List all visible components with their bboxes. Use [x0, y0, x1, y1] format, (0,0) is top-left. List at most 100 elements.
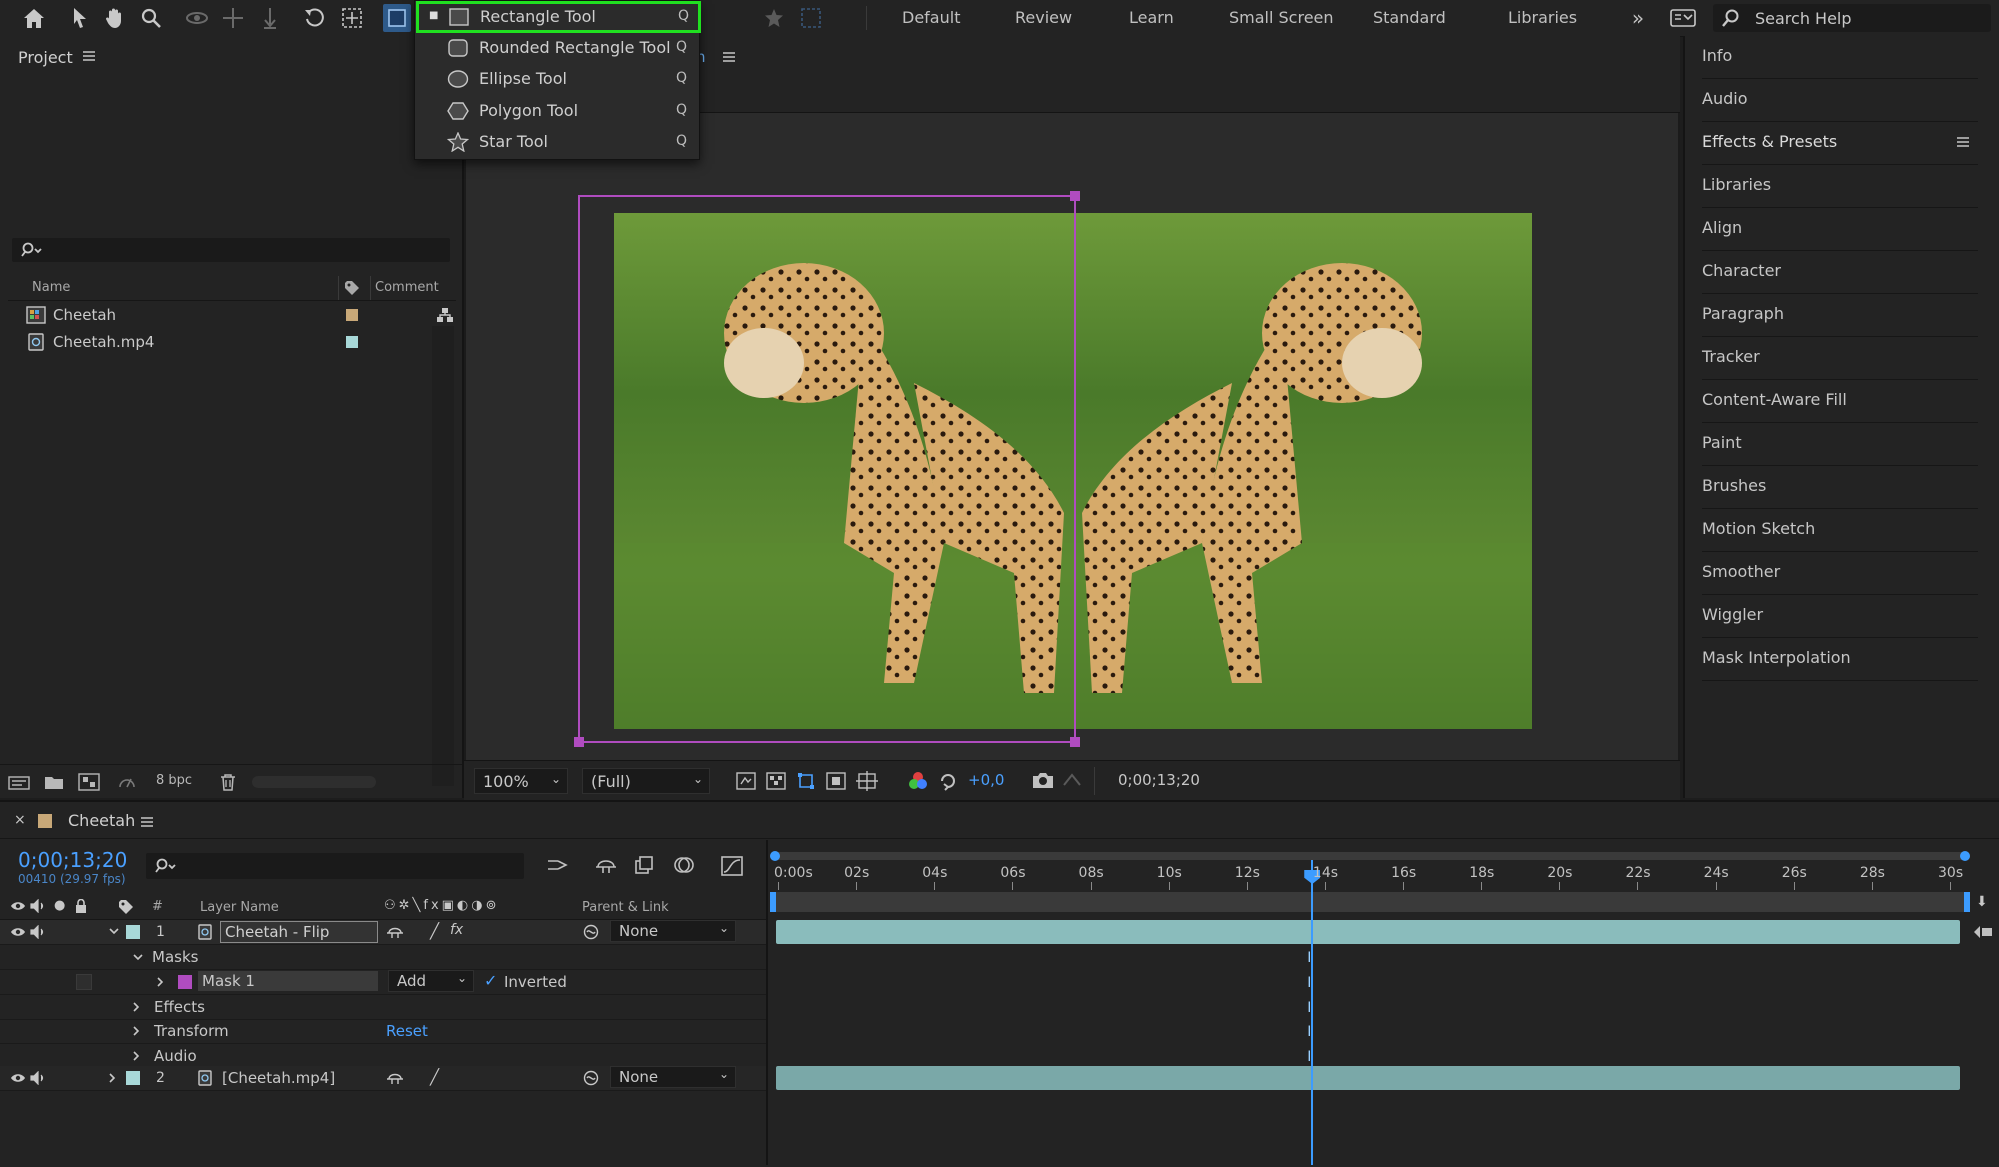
panel-content-aware-fill[interactable]: Content-Aware Fill: [1702, 380, 1978, 423]
trash-icon[interactable]: [220, 773, 236, 791]
marker-bin-icon[interactable]: ⬇: [1976, 894, 1988, 910]
panel-character[interactable]: Character: [1702, 251, 1978, 294]
show-channel-icon[interactable]: [908, 771, 928, 791]
expand-chevron-icon[interactable]: [130, 1001, 142, 1013]
panel-align[interactable]: Align: [1702, 208, 1978, 251]
parent-dropdown[interactable]: None ⌄: [610, 1066, 736, 1088]
exposure-value[interactable]: +0,0: [968, 771, 1004, 789]
video-switch-icon[interactable]: [10, 900, 26, 912]
reset-exposure-icon[interactable]: [938, 771, 958, 791]
frame-blending-icon[interactable]: [634, 855, 656, 875]
viewer-canvas[interactable]: [466, 113, 1678, 795]
shape-tool-icon[interactable]: [383, 4, 411, 32]
new-composition-icon[interactable]: [78, 773, 100, 791]
transform-reset-link[interactable]: Reset: [386, 1022, 428, 1040]
panel-motion-sketch[interactable]: Motion Sketch: [1702, 509, 1978, 552]
layer-name[interactable]: [Cheetah.mp4]: [222, 1069, 335, 1087]
transparency-grid-icon[interactable]: [766, 772, 786, 790]
parent-dropdown[interactable]: None ⌄: [610, 920, 736, 942]
expand-chevron-icon[interactable]: [130, 1025, 142, 1037]
puppet-pin-icon[interactable]: [760, 4, 788, 32]
render-queue-icon[interactable]: [116, 773, 138, 791]
rotate-tool-icon[interactable]: [301, 4, 329, 32]
panel-smoother[interactable]: Smoother: [1702, 552, 1978, 595]
timeline-tab-title[interactable]: Cheetah: [68, 811, 135, 830]
pick-whip-icon[interactable]: [582, 924, 600, 940]
workspace-small-screen[interactable]: Small Screen: [1229, 8, 1334, 27]
work-area-end[interactable]: [1964, 892, 1970, 912]
project-item-composition[interactable]: Cheetah: [8, 302, 456, 328]
workspace-standard[interactable]: Standard: [1373, 8, 1446, 27]
label-color-swatch[interactable]: [346, 309, 358, 321]
inverted-checkbox[interactable]: ✓: [484, 971, 497, 990]
work-area-bar[interactable]: [770, 892, 1970, 912]
search-help-field[interactable]: Search Help: [1713, 4, 1991, 32]
layer-row-1[interactable]: 1 Cheetah - Flip ╱ fx None ⌄: [0, 920, 766, 945]
layer-row-2[interactable]: 2 [Cheetah.mp4] ╱ None ⌄: [0, 1066, 766, 1091]
motion-blur-icon[interactable]: [672, 855, 696, 875]
fast-previews-icon[interactable]: [736, 772, 756, 790]
thumbnail-size-slider[interactable]: [252, 776, 376, 788]
timeline-menu-icon[interactable]: [140, 816, 154, 828]
layer-label-color[interactable]: [126, 925, 140, 939]
mask-color-swatch[interactable]: [178, 975, 192, 989]
comment-column-header[interactable]: Comment: [375, 280, 439, 295]
region-of-interest-icon[interactable]: [826, 772, 846, 790]
close-tab-icon[interactable]: ×: [14, 812, 26, 828]
label-tag-icon[interactable]: [118, 899, 136, 915]
resolution-dropdown[interactable]: (Full) ⌄: [582, 768, 710, 794]
more-workspaces-icon[interactable]: »: [1624, 4, 1652, 32]
panel-audio[interactable]: Audio: [1702, 79, 1978, 122]
menu-item-ellipse-tool[interactable]: Ellipse Tool Q: [415, 64, 699, 94]
anchor-point-tool-icon[interactable]: [338, 4, 366, 32]
menu-item-polygon-tool[interactable]: Polygon Tool Q: [415, 96, 699, 126]
zoom-tool-icon[interactable]: [137, 4, 165, 32]
bit-depth-button[interactable]: 8 bpc: [156, 773, 192, 788]
dolly-camera-icon[interactable]: [256, 4, 284, 32]
eye-icon[interactable]: [10, 1072, 26, 1084]
playhead[interactable]: [1304, 860, 1321, 1165]
interpret-footage-icon[interactable]: [8, 774, 30, 790]
audio-switch-icon[interactable]: [30, 899, 46, 913]
keyframe-indicator[interactable]: I: [1307, 1049, 1311, 1065]
mask-row[interactable]: Mask 1 Add ⌄ ✓ Inverted: [0, 970, 766, 995]
viewer-panel-menu-icon[interactable]: [722, 51, 736, 63]
work-area-start[interactable]: [770, 892, 776, 912]
expand-chevron-icon[interactable]: [106, 1072, 118, 1084]
navigator-start-handle[interactable]: [770, 851, 780, 861]
grid-guide-options-icon[interactable]: [856, 771, 878, 791]
layer-label-color[interactable]: [126, 1071, 140, 1085]
mask-lock-switch[interactable]: [76, 974, 92, 990]
panel-menu-icon[interactable]: [1956, 136, 1970, 148]
panel-effects-presets[interactable]: Effects & Presets: [1702, 122, 1978, 165]
menu-item-rounded-rectangle-tool[interactable]: Rounded Rectangle Tool Q: [415, 33, 699, 63]
toggle-mask-visibility-icon[interactable]: [796, 771, 816, 791]
lock-icon[interactable]: [74, 899, 88, 913]
project-item-footage[interactable]: Cheetah.mp4: [8, 329, 456, 355]
quality-switch-icon[interactable]: ╱: [430, 922, 439, 940]
panel-info[interactable]: Info: [1702, 36, 1978, 79]
comp-flowchart-icon[interactable]: [546, 855, 570, 875]
menu-item-rectangle-tool[interactable]: ■ Rectangle Tool Q: [416, 1, 701, 33]
quality-switch-icon[interactable]: ╱: [430, 1068, 439, 1086]
panel-tracker[interactable]: Tracker: [1702, 337, 1978, 380]
keyframe-indicator[interactable]: I: [1307, 1000, 1311, 1016]
menu-item-star-tool[interactable]: Star Tool Q: [415, 127, 699, 157]
shy-layers-icon[interactable]: [594, 855, 618, 875]
collapse-chevron-icon[interactable]: [132, 951, 144, 963]
collapse-chevron-icon[interactable]: [108, 925, 120, 937]
graph-editor-icon[interactable]: [720, 855, 744, 877]
eye-icon[interactable]: [10, 926, 26, 938]
name-column-header[interactable]: Name: [32, 280, 70, 295]
viewer-timecode[interactable]: 0;00;13;20: [1118, 771, 1200, 789]
panel-mask-interpolation[interactable]: Mask Interpolation: [1702, 638, 1978, 681]
solo-switch-icon[interactable]: ●: [54, 898, 65, 913]
shy-switch-icon[interactable]: [386, 1070, 404, 1086]
panel-libraries[interactable]: Libraries: [1702, 165, 1978, 208]
keyframe-indicator[interactable]: I: [1307, 950, 1311, 966]
comp-marker-icon[interactable]: [1972, 924, 1994, 940]
magnification-dropdown[interactable]: 100% ⌄: [474, 768, 568, 794]
layer-2-duration-bar[interactable]: [776, 1066, 1960, 1090]
parent-link-column-header[interactable]: Parent & Link: [582, 900, 669, 915]
layer-1-duration-bar[interactable]: [776, 920, 1960, 944]
